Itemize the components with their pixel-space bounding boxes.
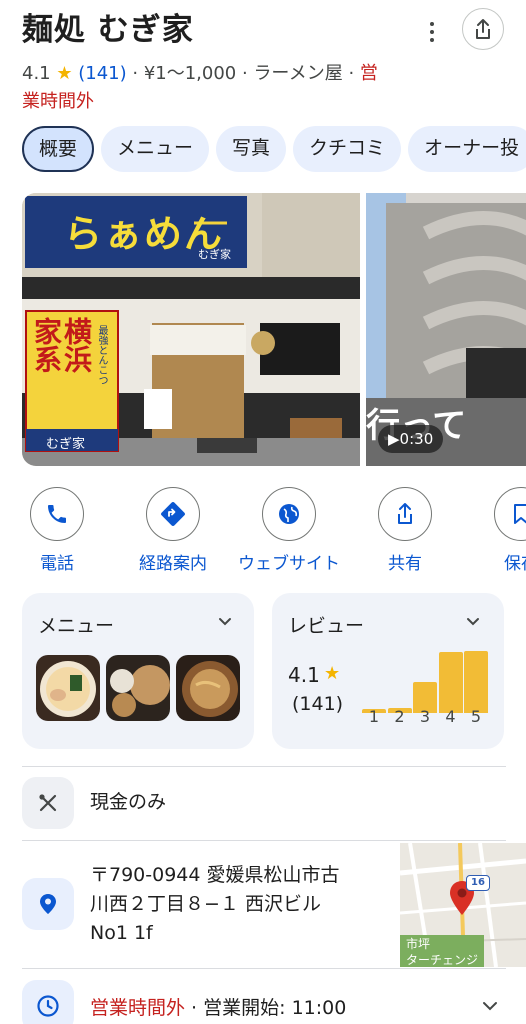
rating-bar-5 bbox=[464, 651, 488, 713]
banner-small-text: 最強とんこつ bbox=[96, 325, 107, 385]
share-button-top[interactable] bbox=[462, 8, 504, 50]
share-icon bbox=[476, 19, 490, 39]
tab-owner[interactable]: オーナー投 bbox=[408, 126, 526, 172]
share-label: 共有 bbox=[388, 554, 422, 574]
menu-photo-noodles[interactable] bbox=[176, 655, 240, 721]
map-thumbnail[interactable]: 16 市坪 ターチェンジ bbox=[400, 843, 526, 967]
phone-icon bbox=[48, 505, 66, 523]
banner-bottom-text: むぎ家 bbox=[46, 437, 86, 452]
map-label: 市坪 ターチェンジ bbox=[400, 935, 485, 967]
utensils-icon bbox=[39, 794, 57, 812]
price-range: ¥1～1,000 bbox=[143, 63, 237, 84]
route-badge: 16 bbox=[466, 875, 490, 891]
separator: · bbox=[185, 997, 204, 1019]
website-button[interactable]: ウェブサイト bbox=[234, 487, 344, 574]
website-label: ウェブサイト bbox=[238, 554, 340, 574]
call-button[interactable]: 電話 bbox=[2, 487, 112, 574]
hours-opening: 営業開始: 11:00 bbox=[203, 997, 347, 1019]
tab-bar: 概要 メニュー 写真 クチコミ オーナー投 bbox=[22, 126, 526, 172]
review-card-title: レビュー bbox=[288, 615, 365, 637]
open-status: 営 bbox=[359, 63, 378, 84]
hours-icon-box bbox=[22, 980, 74, 1024]
tab-menu[interactable]: メニュー bbox=[101, 126, 210, 172]
call-label: 電話 bbox=[40, 554, 74, 574]
payment-icon-box bbox=[22, 777, 74, 829]
payment-label: 現金のみ bbox=[90, 791, 167, 813]
share-button[interactable]: 共有 bbox=[350, 487, 460, 574]
divider bbox=[22, 840, 506, 841]
address-line-2: 川西２丁目８−１ 西沢ビル bbox=[90, 893, 321, 915]
action-row: 電話 経路案内 ウェブサイト 共有 保存 bbox=[0, 487, 526, 577]
review-rating: 4.1 bbox=[288, 663, 320, 687]
menu-card[interactable]: メニュー bbox=[22, 593, 254, 749]
hours-status: 営業時間外 bbox=[90, 997, 186, 1019]
rating-bar-label: 4 bbox=[445, 707, 456, 726]
chevron-down-icon[interactable] bbox=[218, 615, 232, 629]
photo-carousel[interactable]: らぁめん むぎ家 横浜 家系 最強とんこつ むぎ家 行って ▶0:30 bbox=[22, 193, 526, 466]
more-options-icon[interactable] bbox=[420, 12, 444, 52]
separator: · bbox=[126, 63, 144, 84]
bookmark-icon bbox=[514, 504, 526, 524]
address-line-3: No1 1f bbox=[90, 922, 153, 944]
menu-card-title: メニュー bbox=[38, 615, 115, 637]
share-icon bbox=[398, 503, 412, 524]
rating-bar-label: 5 bbox=[470, 707, 482, 726]
globe-icon bbox=[279, 504, 299, 524]
directions-button[interactable]: 経路案内 bbox=[118, 487, 228, 574]
video-thumbnail[interactable]: 行って ▶0:30 bbox=[366, 193, 526, 466]
video-duration-badge: ▶0:30 bbox=[378, 425, 444, 453]
storefront-photo[interactable]: らぁめん むぎ家 横浜 家系 最強とんこつ むぎ家 bbox=[22, 193, 360, 466]
menu-photo-ramen[interactable] bbox=[36, 655, 100, 721]
rating-value: 4.1 bbox=[22, 63, 51, 84]
hours-text[interactable]: 営業時間外 · 営業開始: 11:00 bbox=[90, 993, 346, 1020]
separator: · bbox=[236, 63, 254, 84]
review-count-link[interactable]: (141) bbox=[78, 63, 126, 84]
rating-star-icon: ★ bbox=[56, 63, 73, 84]
directions-label: 経路案内 bbox=[139, 554, 207, 574]
tab-reviews[interactable]: クチコミ bbox=[293, 126, 402, 172]
menu-photo-set[interactable] bbox=[106, 655, 170, 721]
chevron-down-icon[interactable] bbox=[482, 998, 498, 1014]
category: ラーメン屋 bbox=[253, 63, 343, 84]
review-card[interactable]: レビュー 4.1 ★ (141) 12345 bbox=[272, 593, 504, 749]
separator: · bbox=[342, 63, 360, 84]
chevron-down-icon[interactable] bbox=[466, 615, 480, 629]
save-button[interactable]: 保存 bbox=[466, 487, 526, 574]
sign-small-text: むぎ家 bbox=[198, 248, 231, 261]
review-star-icon: ★ bbox=[324, 663, 341, 684]
review-count: (141) bbox=[292, 693, 344, 715]
open-status-cont: 業時間外 bbox=[22, 91, 94, 112]
tab-overview[interactable]: 概要 bbox=[22, 126, 95, 172]
address-text[interactable]: 〒790-0944 愛媛県松山市古 川西２丁目８−１ 西沢ビル No1 1f bbox=[90, 861, 340, 948]
rating-bar-label: 1 bbox=[368, 707, 380, 726]
rating-bar-label: 2 bbox=[394, 707, 405, 726]
divider bbox=[22, 968, 506, 969]
rating-bar-4 bbox=[438, 652, 463, 713]
place-meta: 4.1 ★ (141) · ¥1～1,000 · ラーメン屋 · 営業時間外 bbox=[22, 60, 442, 116]
directions-icon bbox=[161, 502, 185, 526]
banner-text-2: 家系 bbox=[30, 317, 63, 373]
tab-photos[interactable]: 写真 bbox=[216, 126, 287, 172]
divider bbox=[22, 766, 506, 767]
video-duration: 0:30 bbox=[399, 430, 434, 448]
address-icon-box bbox=[22, 878, 74, 930]
save-label: 保存 bbox=[504, 554, 526, 574]
address-line-1: 〒790-0944 愛媛県松山市古 bbox=[90, 864, 340, 886]
clock-icon bbox=[37, 995, 59, 1017]
rating-bar-label: 3 bbox=[419, 707, 431, 726]
location-pin-icon bbox=[40, 894, 56, 914]
